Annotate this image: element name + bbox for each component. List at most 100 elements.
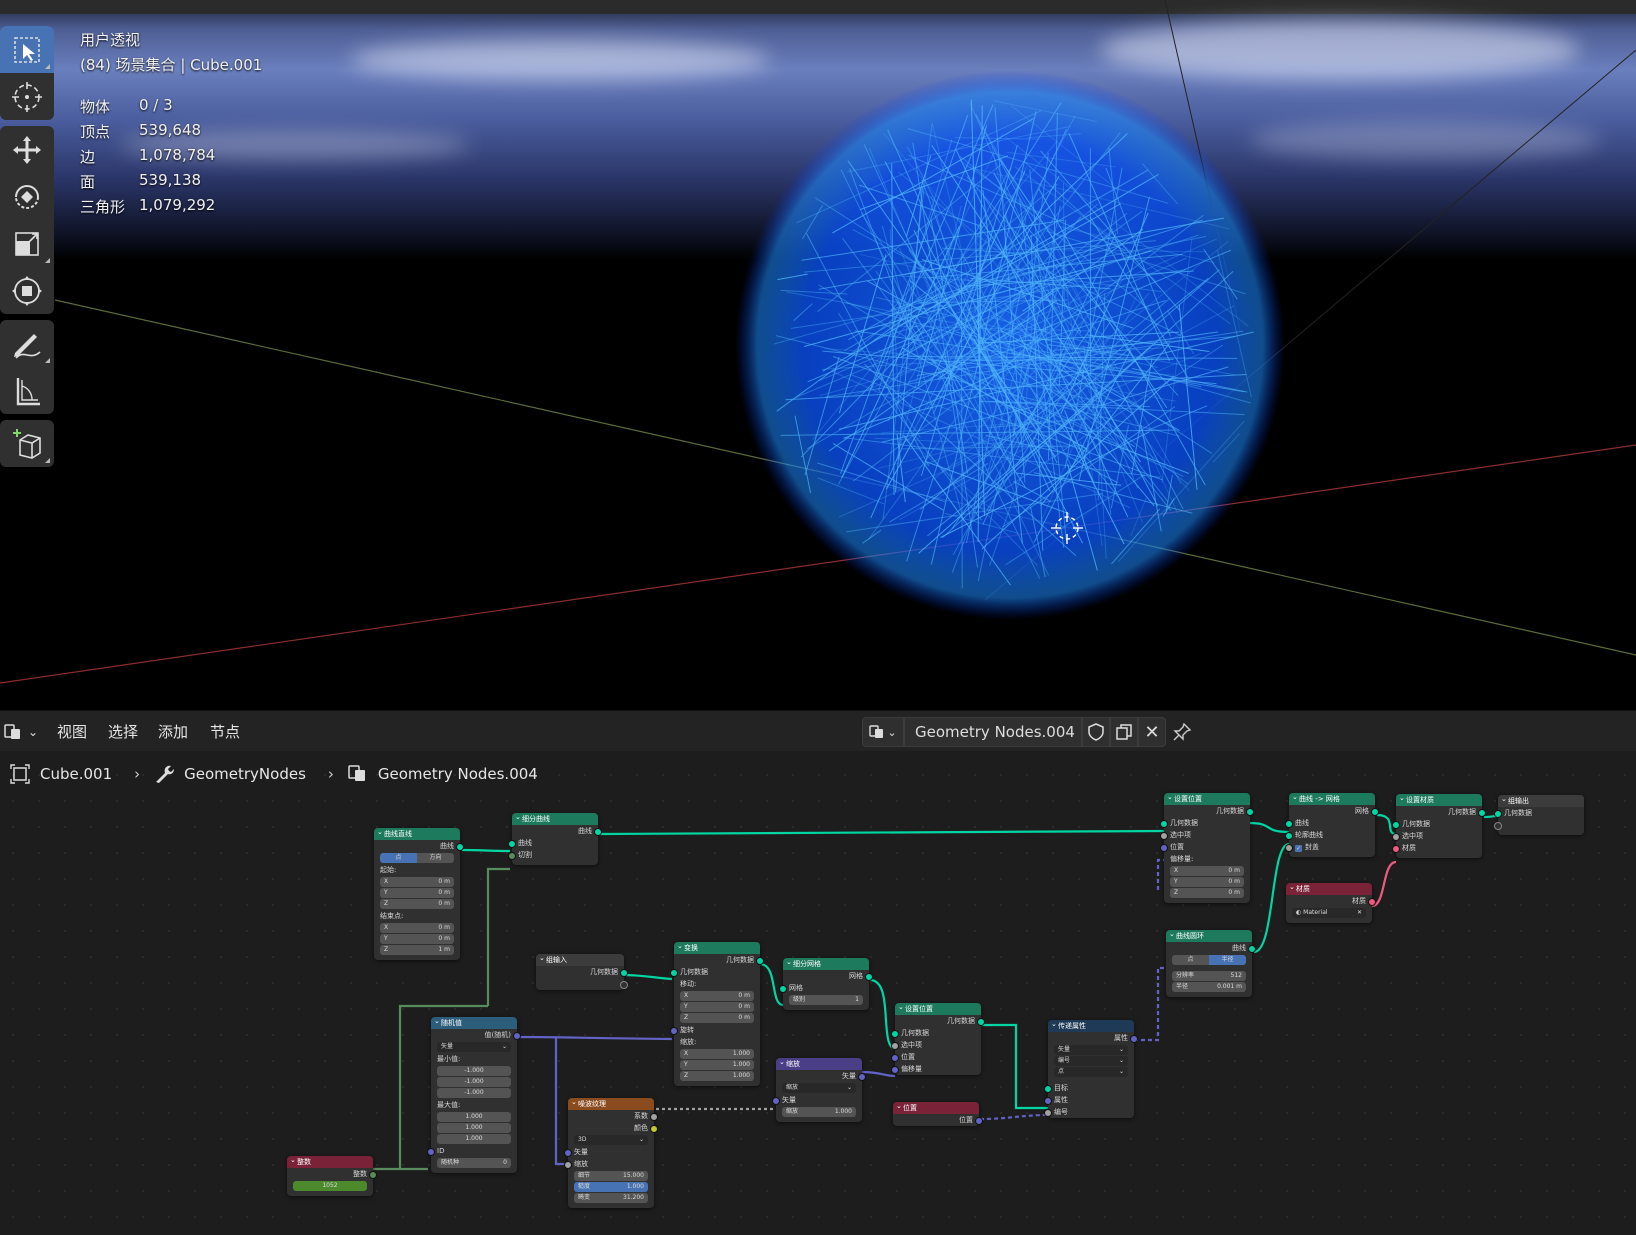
offset-z-field[interactable]: Z0 m — [1170, 888, 1244, 898]
socket-label: 偏移量 — [891, 1063, 981, 1075]
end-y-field[interactable]: Y0 m — [380, 934, 454, 944]
node-title: 组输入 — [536, 952, 624, 966]
node-title: 细分曲线 — [512, 811, 598, 825]
move-label: 移动: — [680, 980, 697, 988]
node-noise-texture[interactable]: 噪波纹理 系数 颜色 3D⌄ 矢量 缩放 细节15.000 糙度1.000 畸变… — [564, 1096, 658, 1208]
node-transform[interactable]: 变换 几何数据 几何数据 移动: X0 m Y0 m Z0 m 旋转 缩放: X… — [670, 940, 764, 1086]
node-resample-curve[interactable]: 细分曲线 曲线 曲线 切割 — [508, 811, 602, 865]
fill-caps-checkbox[interactable]: ✓ 封盖 — [1285, 841, 1375, 853]
end-x-field[interactable]: X0 m — [380, 923, 454, 933]
socket-label: 位置 — [893, 1114, 983, 1126]
resolution-field[interactable]: 分辨率 512 — [1172, 971, 1246, 981]
offset-y-field[interactable]: Y0 m — [1170, 877, 1244, 887]
node-group-output[interactable]: 组输出 几何数据 — [1494, 793, 1584, 835]
select-box-tool[interactable] — [0, 26, 54, 73]
node-set-position-2[interactable]: 设置位置 几何数据 几何数据 选中项 位置 偏移量: X0 m Y0 m Z0 … — [1160, 791, 1254, 903]
measure-tool[interactable] — [0, 367, 54, 414]
data-type-dropdown[interactable]: 矢量 ⌄ — [1054, 1045, 1128, 1055]
stat-label: 三角形 — [80, 198, 126, 216]
socket-label: 编号 — [1044, 1106, 1134, 1118]
level-field[interactable]: 级别 1 — [789, 995, 863, 1005]
link — [599, 829, 1165, 836]
socket-label: 轮廓曲线 — [1285, 829, 1375, 841]
scale-x-field[interactable]: X 1.000 — [680, 1049, 754, 1059]
max-y-field[interactable]: 1.000 — [437, 1123, 511, 1133]
node-curve-circle[interactable]: 曲线圆环 曲线 点半径 分辨率512 半径0.001 m — [1166, 928, 1256, 997]
socket-label: 切割 — [508, 849, 598, 861]
socket-label: 选中项 — [891, 1039, 981, 1051]
min-z-field[interactable]: -1.000 — [437, 1088, 511, 1098]
node-integer[interactable]: 整数 整数 1052 — [287, 1154, 377, 1196]
scale-tool[interactable] — [0, 220, 54, 267]
node-set-material[interactable]: 设置材质 几何数据 几何数据 选中项 材质 — [1392, 792, 1486, 858]
end-z-field[interactable]: Z1 m — [380, 945, 454, 955]
socket-label: 曲线 — [512, 825, 602, 837]
min-y-field[interactable]: -1.000 — [437, 1077, 511, 1087]
mode-selector[interactable]: 点半径 — [1172, 955, 1246, 965]
mode-selector[interactable]: 点方向 — [380, 853, 454, 863]
offset-x-field[interactable]: X0 m — [1170, 866, 1244, 876]
node-vector-scale[interactable]: 缩放 矢量 缩放⌄ 矢量 缩放1.000 — [772, 1056, 866, 1122]
annotate-tool[interactable] — [0, 320, 54, 367]
socket-label: 几何数据 — [1494, 807, 1584, 819]
link — [621, 973, 673, 981]
node-curve-line[interactable]: 曲线直线 曲线 点方向 起始: X0 m Y0 m Z0 m 结束点: X0 m… — [374, 826, 464, 960]
node-subdivide-mesh[interactable]: 细分网格 网格 网格 级别1 — [779, 956, 873, 1010]
node-curve-to-mesh[interactable]: 曲线 -> 网格 网格 曲线 轮廓曲线 ✓封盖 — [1285, 791, 1379, 857]
socket-label: 整数 — [287, 1168, 377, 1180]
link — [486, 867, 510, 1006]
socket-label: 几何数据 — [670, 966, 760, 978]
move-x-field[interactable]: X0 m — [680, 991, 754, 1001]
cursor-tool[interactable] — [0, 73, 54, 120]
socket-label: 系数 — [568, 1110, 658, 1122]
node-position[interactable]: 位置 位置 — [893, 1100, 983, 1126]
mapping-dropdown[interactable]: 编号 ⌄ — [1054, 1056, 1128, 1066]
integer-value-field[interactable]: 1052 — [293, 1181, 367, 1191]
domain-dropdown[interactable]: 点 ⌄ — [1054, 1067, 1128, 1077]
operation-dropdown[interactable]: 缩放 ⌄ — [782, 1083, 856, 1093]
start-y-field[interactable]: Y0 m — [380, 888, 454, 898]
scale-z-field[interactable]: Z 1.000 — [680, 1071, 754, 1081]
max-x-field[interactable]: 1.000 — [437, 1112, 511, 1122]
node-group-input[interactable]: 组输入 几何数据 — [536, 952, 628, 990]
radius-field[interactable]: 半径 0.001 m — [1172, 982, 1246, 992]
stat-label: 面 — [80, 173, 96, 191]
move-z-field[interactable]: Z0 m — [680, 1013, 754, 1023]
start-x-field[interactable]: X0 m — [380, 877, 454, 887]
distortion-field[interactable]: 畸变 31.200 — [574, 1193, 648, 1203]
node-title: 曲线 -> 网格 — [1289, 791, 1375, 805]
socket-label: 几何数据 — [1160, 817, 1250, 829]
scale-y-field[interactable]: Y 1.000 — [680, 1060, 754, 1070]
detail-field[interactable]: 细节 15.000 — [574, 1171, 648, 1181]
node-random-value[interactable]: 随机值 值(随机) 矢量⌄ 最小值: -1.000 -1.000 -1.000 … — [427, 1015, 521, 1173]
max-label: 最大值: — [437, 1101, 461, 1109]
node-material[interactable]: 材质 材质 ◐ Material✕ — [1286, 881, 1376, 923]
geometry-node-editor[interactable]: ⌄ 视图 选择 添加 节点 ⌄ Geometry Nodes.004 ✕ Cub… — [0, 710, 1636, 1235]
node-transfer-attribute[interactable]: 传递属性 属性 矢量⌄ 编号⌄ 点⌄ 目标 属性 编号 — [1044, 1018, 1138, 1118]
node-set-position[interactable]: 设置位置 几何数据 几何数据 选中项 位置 偏移量 — [891, 1001, 985, 1075]
3d-viewport[interactable]: 用户透视 (84) 场景集合 | Cube.001 物体 0 / 3 顶点 53… — [0, 0, 1636, 710]
move-y-field[interactable]: Y0 m — [680, 1002, 754, 1012]
link — [461, 848, 511, 853]
seed-field[interactable]: 随机种 0 — [437, 1158, 511, 1168]
socket-label: 曲线 — [374, 840, 464, 852]
add-cube-tool[interactable] — [0, 420, 54, 467]
close-icon[interactable]: ✕ — [1357, 908, 1362, 918]
rotate-tool[interactable] — [0, 173, 54, 220]
socket-label: 旋转 — [670, 1024, 760, 1036]
max-z-field[interactable]: 1.000 — [437, 1134, 511, 1144]
move-tool[interactable] — [0, 126, 54, 173]
roughness-field[interactable]: 糙度 1.000 — [574, 1182, 648, 1192]
link — [1248, 821, 1290, 834]
type-dropdown[interactable]: 矢量 ⌄ — [437, 1042, 511, 1052]
scale-value-field[interactable]: 缩放 1.000 — [782, 1107, 856, 1117]
dimension-dropdown[interactable]: 3D ⌄ — [574, 1135, 648, 1145]
socket-label: 几何数据 — [1164, 805, 1254, 817]
socket-label: 矢量 — [776, 1070, 866, 1082]
min-x-field[interactable]: -1.000 — [437, 1066, 511, 1076]
start-z-field[interactable]: Z0 m — [380, 899, 454, 909]
transform-tool[interactable] — [0, 267, 54, 314]
socket-label: 材质 — [1286, 895, 1376, 907]
node-title: 设置位置 — [1164, 791, 1250, 805]
material-selector[interactable]: ◐ Material ✕ — [1292, 908, 1366, 918]
